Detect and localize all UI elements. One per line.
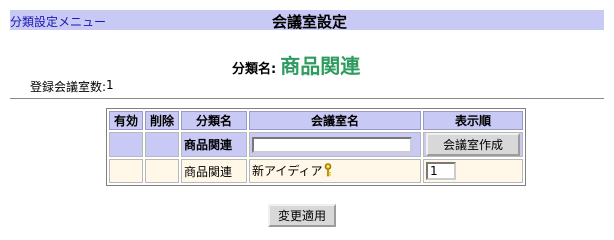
category-heading: 分類名: 商品関連 [232, 50, 360, 78]
room-count-label: 登録会議室数: [30, 80, 107, 94]
create-room-button[interactable]: 会議室作成 [426, 133, 520, 156]
rooms-table: 有効 削除 分類名 会議室名 表示順 商品関連 会議室作成 商品関連 新アイディ… [106, 108, 526, 186]
row-room-cell: 新アイディア [249, 159, 421, 183]
header-category: 分類名 [181, 111, 247, 130]
page-title: 会議室設定 [272, 13, 348, 31]
header-display-order: 表示順 [423, 111, 523, 130]
room-count: 登録会議室数: 1 [30, 78, 114, 95]
header-bar: 分類設定メニュー 会議室設定 [10, 10, 604, 31]
new-room-name-input[interactable] [252, 136, 412, 153]
table-row: 商品関連 新アイディア [109, 159, 523, 183]
room-name-link[interactable]: 新アイディア [252, 164, 323, 178]
new-row-valid-cell [109, 132, 143, 157]
header-delete: 削除 [145, 111, 179, 130]
new-row-category: 商品関連 [181, 132, 247, 157]
row-category: 商品関連 [181, 159, 247, 183]
row-delete-cell[interactable] [145, 159, 179, 183]
category-label: 分類名: [232, 62, 277, 77]
divider [10, 98, 604, 99]
table-header-row: 有効 削除 分類名 会議室名 表示順 [109, 111, 523, 130]
new-row-action-cell: 会議室作成 [423, 132, 523, 157]
display-order-input[interactable] [426, 162, 456, 180]
row-order-cell [423, 159, 523, 183]
header-valid: 有効 [109, 111, 143, 130]
new-row-room-cell [249, 132, 421, 157]
category-menu-link[interactable]: 分類設定メニュー [10, 13, 106, 30]
new-row-delete-cell [145, 132, 179, 157]
room-count-value: 1 [106, 78, 114, 92]
key-icon[interactable] [324, 163, 332, 180]
category-name: 商品関連 [280, 54, 361, 78]
new-room-row: 商品関連 会議室作成 [109, 132, 523, 157]
row-valid-cell[interactable] [109, 159, 143, 183]
apply-changes-button[interactable]: 変更適用 [268, 204, 337, 227]
header-room-name: 会議室名 [249, 111, 421, 130]
